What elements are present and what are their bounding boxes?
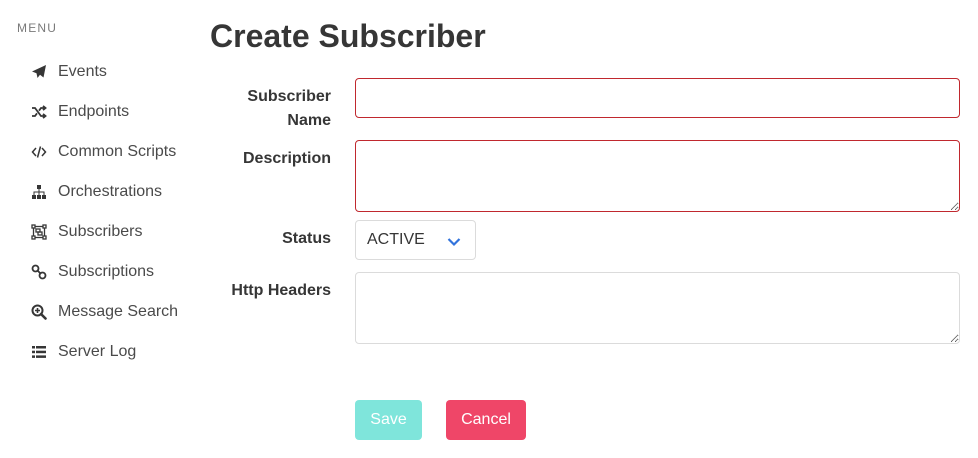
- sidebar-item-label: Common Scripts: [58, 143, 177, 160]
- sitemap-icon: [30, 183, 48, 201]
- menu-label: MENU: [17, 21, 58, 35]
- sidebar-item-events[interactable]: Events: [30, 52, 178, 92]
- paper-plane-icon: [30, 63, 48, 81]
- subscriber-name-input[interactable]: [355, 78, 960, 118]
- http-headers-label: Http Headers: [231, 282, 331, 299]
- status-select-value: ACTIVE: [367, 231, 425, 248]
- sidebar: MENU Events Endpoints Common Scripts Orc…: [0, 0, 190, 458]
- status-label: Status: [282, 230, 331, 247]
- page-title: Create Subscriber: [210, 18, 486, 54]
- sidebar-item-label: Server Log: [58, 343, 137, 360]
- save-button[interactable]: Save: [355, 400, 422, 440]
- sidebar-item-label: Events: [58, 63, 107, 80]
- sidebar-item-endpoints[interactable]: Endpoints: [30, 92, 178, 132]
- sidebar-item-subscriptions[interactable]: Subscriptions: [30, 252, 178, 292]
- cancel-button[interactable]: Cancel: [446, 400, 526, 440]
- description-label: Description: [242, 150, 331, 167]
- subscriber-name-label-line2: Name: [287, 112, 331, 129]
- sidebar-item-label: Message Search: [58, 303, 179, 320]
- sidebar-item-server-log[interactable]: Server Log: [30, 332, 178, 372]
- code-icon: [30, 143, 48, 161]
- sidebar-item-message-search[interactable]: Message Search: [30, 292, 178, 332]
- sidebar-item-label: Subscriptions: [58, 263, 155, 280]
- description-textarea[interactable]: [355, 140, 960, 212]
- link-icon: [30, 263, 48, 281]
- http-headers-textarea[interactable]: [355, 272, 960, 344]
- sidebar-item-label: Orchestrations: [58, 183, 163, 200]
- subscriber-name-label: Subscriber Name: [210, 85, 331, 133]
- object-group-icon: [30, 223, 48, 241]
- sidebar-item-subscribers[interactable]: Subscribers: [30, 212, 178, 252]
- status-select[interactable]: ACTIVE: [355, 220, 476, 260]
- chevron-down-icon: [447, 234, 461, 247]
- random-icon: [30, 103, 48, 121]
- subscriber-name-label-line1: Subscriber: [247, 88, 331, 105]
- sidebar-item-label: Subscribers: [58, 223, 143, 240]
- list-icon: [30, 343, 48, 361]
- sidebar-item-orchestrations[interactable]: Orchestrations: [30, 172, 178, 212]
- search-plus-icon: [30, 303, 48, 321]
- sidebar-item-label: Endpoints: [58, 103, 130, 120]
- sidebar-item-common-scripts[interactable]: Common Scripts: [30, 132, 178, 172]
- menu-list: Events Endpoints Common Scripts Orchestr…: [30, 52, 178, 372]
